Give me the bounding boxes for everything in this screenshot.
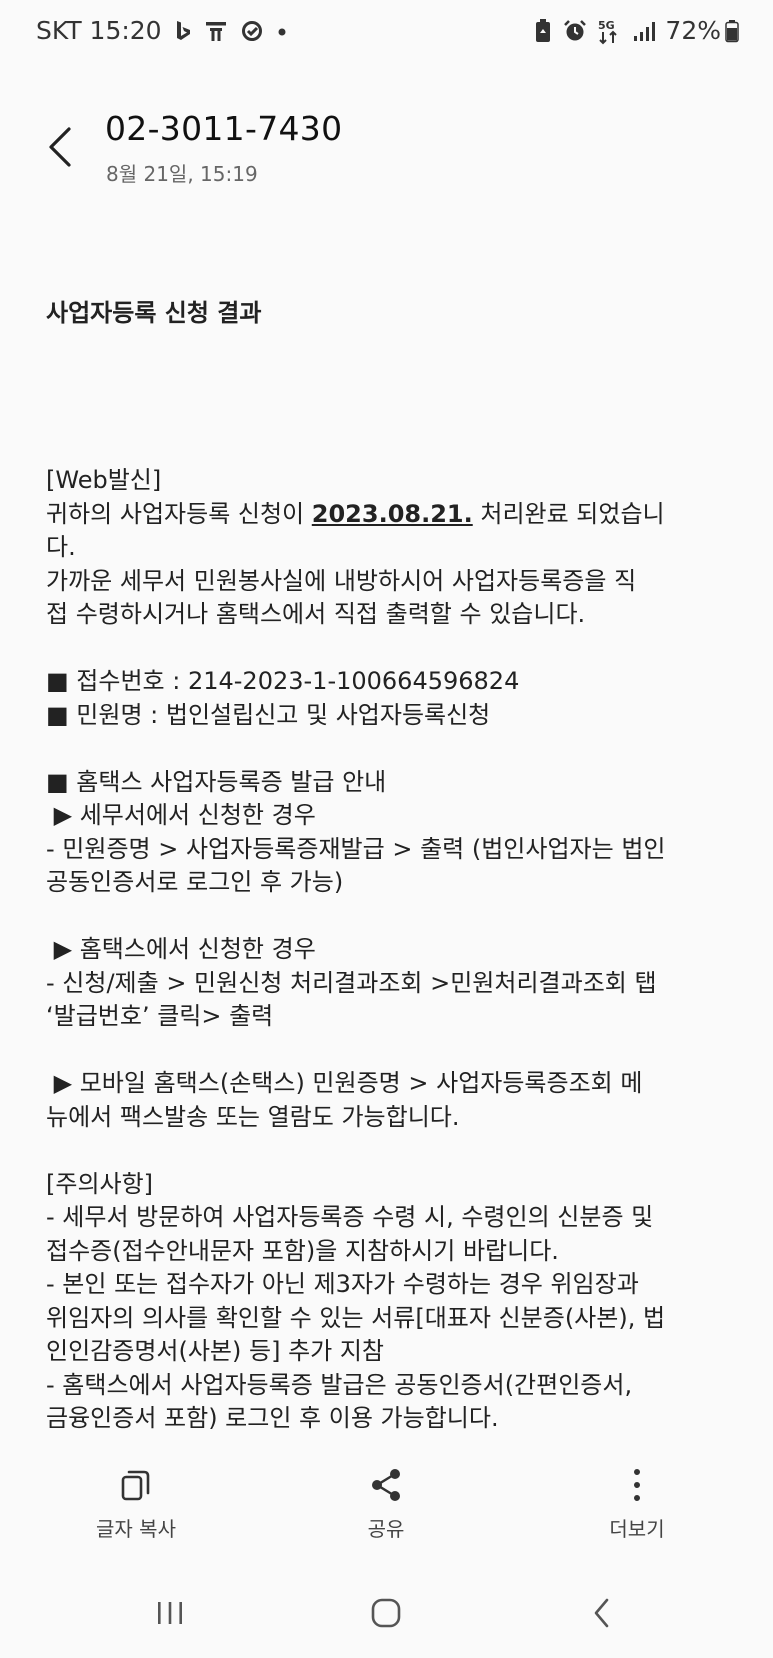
message-line: [주의사항]: [46, 1169, 154, 1198]
message-line: ‘발급번호’ 클릭> 출력: [46, 1002, 274, 1030]
message-line: ■ 홈택스 사업자등록증 발급 안내: [46, 767, 387, 796]
message-line: 다.: [46, 533, 76, 561]
message-line: 접 수령하시거나 홈택스에서 직접 출력할 수 있습니다.: [46, 600, 586, 628]
signal-icon: [632, 19, 656, 43]
status-bar: SKT 15:20 5G 72%: [0, 0, 773, 70]
more-vertical-icon: [632, 1465, 642, 1505]
status-left: SKT 15:20: [36, 16, 288, 45]
battery-icon: [725, 19, 739, 43]
chevron-left-icon: [49, 127, 71, 167]
more-button[interactable]: 더보기: [557, 1465, 717, 1545]
conversation-header: 02-3011-7430 8월 21일, 15:19: [0, 95, 773, 195]
message-line: 가까운 세무서 민원봉사실에 내방하시어 사업자등록증을 직: [46, 566, 637, 595]
battery-percent: 72%: [665, 16, 721, 45]
dot-icon: [276, 19, 288, 43]
message-line: ▶ 홈택스에서 신청한 경우: [46, 935, 316, 963]
tmap-icon: [204, 19, 228, 43]
message-line: - 신청/제출 > 민원신청 처리결과조회 >민원처리결과조회 탭: [46, 968, 657, 997]
svg-text:5G: 5G: [598, 19, 615, 32]
sync-icon: [240, 19, 264, 43]
message-line: ▶ 모바일 홈택스(손택스) 민원증명 > 사업자등록증조회 메: [46, 1069, 643, 1097]
message-line: [Web발신]: [46, 466, 162, 494]
message-line: 뉴에서 팩스발송 또는 열람도 가능합니다.: [46, 1102, 460, 1131]
message-line: ■ 접수번호 : 214-2023-1-100664596824: [46, 667, 520, 695]
message-line: - 본인 또는 접수자가 아닌 제3자가 수령하는 경우 위임장과: [46, 1270, 639, 1298]
message-line: 접수증(접수안내문자 포함)을 지참하시기 바랍니다.: [46, 1236, 559, 1265]
message-line: - 민원증명 > 사업자등록증재발급 > 출력 (법인사업자는 법인: [46, 834, 666, 863]
sms-detail-screen: SKT 15:20 5G 72% 02-3011-7430 8월 21일, 15…: [0, 0, 773, 1658]
date-link[interactable]: 2023.08.21.: [312, 500, 473, 528]
message-line: 위임자의 의사를 확인할 수 있는 서류[대표자 신분증(사본), 법: [46, 1303, 666, 1332]
message-text: 귀하의 사업자등록 신청이: [46, 499, 312, 528]
share-button[interactable]: 공유: [306, 1465, 466, 1545]
message-line: - 홈택스에서 사업자등록증 발급은 공동인증서(간편인증서,: [46, 1370, 633, 1399]
message-line: 인인감증명서(사본) 등] 추가 지참: [46, 1337, 385, 1365]
copy-icon: [120, 1465, 152, 1505]
message-date: 8월 21일, 15:19: [106, 162, 258, 186]
action-bar: 글자 복사 공유 더보기: [0, 1465, 773, 1565]
5g-icon: 5G: [597, 17, 623, 45]
nav-back-button[interactable]: [567, 1588, 637, 1638]
more-label: 더보기: [609, 1517, 665, 1541]
message-line: 공동인증서로 로그인 후 가능): [46, 868, 344, 896]
message-line: ■ 민원명 : 법인설립신고 및 사업자등록신청: [46, 700, 491, 729]
bing-icon: [174, 19, 192, 43]
system-nav-bar: [0, 1580, 773, 1658]
message-line: ▶ 세무서에서 신청한 경우: [46, 801, 316, 829]
alarm-icon: [562, 18, 588, 44]
share-label: 공유: [367, 1517, 405, 1541]
back-button[interactable]: [40, 123, 80, 171]
recycle-battery-icon: [533, 18, 553, 44]
message-text: 처리완료 되었습니: [472, 499, 665, 528]
message-lines: [Web발신] 귀하의 사업자등록 신청이 2023.08.21. 처리완료 되었…: [46, 431, 731, 1436]
recent-apps-button[interactable]: [135, 1588, 205, 1638]
home-icon: [371, 1598, 401, 1628]
message-line-date: 귀하의 사업자등록 신청이 2023.08.21. 처리완료 되었습니: [46, 498, 731, 532]
message-body[interactable]: 사업자등록 신청 결과 [Web발신] 귀하의 사업자등록 신청이 2023.08…: [46, 230, 731, 1503]
recent-apps-icon: [158, 1602, 182, 1624]
back-icon: [594, 1598, 609, 1628]
copy-text-label: 글자 복사: [96, 1517, 176, 1541]
copy-text-button[interactable]: 글자 복사: [56, 1465, 216, 1545]
sender-number: 02-3011-7430: [105, 109, 343, 148]
carrier-time: SKT 15:20: [36, 16, 162, 45]
message-line: 금융인증서 포함) 로그인 후 이용 가능합니다.: [46, 1404, 499, 1432]
home-button[interactable]: [351, 1588, 421, 1638]
message-subject: 사업자등록 신청 결과: [46, 299, 262, 327]
share-icon: [369, 1465, 403, 1505]
status-right: 5G 72%: [533, 16, 739, 45]
message-line: - 세무서 방문하여 사업자등록증 수령 시, 수령인의 신분증 및: [46, 1203, 654, 1231]
